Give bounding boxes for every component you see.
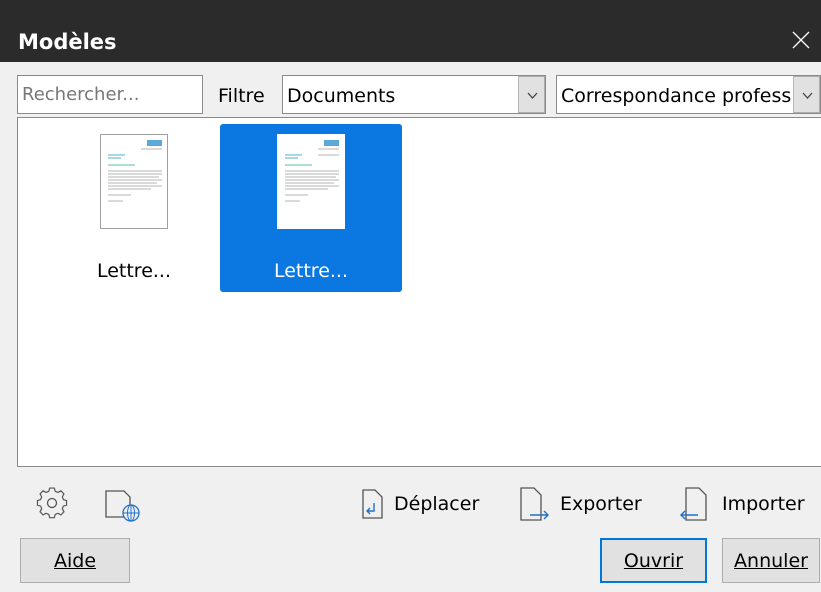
search-input[interactable]: [17, 75, 203, 114]
export-button[interactable]: Exporter: [516, 485, 642, 523]
move-icon: [362, 489, 383, 519]
template-thumbnail: [100, 134, 168, 229]
window-title: Modèles: [18, 30, 117, 54]
filter-dropdown-value: Documents: [287, 85, 396, 107]
open-button[interactable]: Ouvrir: [600, 538, 707, 583]
import-button[interactable]: Importer: [678, 485, 805, 523]
move-button[interactable]: Déplacer: [358, 485, 479, 523]
gear-icon[interactable]: [30, 483, 74, 523]
template-label: Lettre...: [273, 260, 349, 282]
help-button[interactable]: Aide: [20, 538, 130, 583]
filter-dropdown[interactable]: Documents: [282, 75, 546, 114]
template-thumbnail: [277, 134, 345, 229]
template-view[interactable]: Lettre... Lettre...: [17, 117, 821, 467]
close-icon[interactable]: [781, 20, 821, 60]
move-label: Déplacer: [394, 493, 480, 515]
template-item-selected[interactable]: Lettre...: [220, 124, 402, 292]
category-dropdown-value: Correspondance professionnelle: [561, 85, 796, 107]
chevron-down-icon[interactable]: [518, 76, 545, 113]
template-label: Lettre...: [96, 260, 172, 282]
export-icon: [520, 487, 549, 521]
template-item[interactable]: Lettre...: [43, 124, 225, 292]
filter-label: Filtre: [218, 85, 265, 107]
export-label: Exporter: [560, 493, 642, 515]
cancel-button[interactable]: Annuler: [722, 538, 820, 583]
import-label: Importer: [722, 493, 805, 515]
category-dropdown[interactable]: Correspondance professionnelle: [556, 75, 821, 114]
remote-server-icon[interactable]: [100, 483, 150, 523]
title-bar: Modèles: [0, 0, 821, 62]
chevron-down-icon[interactable]: [793, 76, 820, 113]
import-icon: [680, 487, 707, 521]
